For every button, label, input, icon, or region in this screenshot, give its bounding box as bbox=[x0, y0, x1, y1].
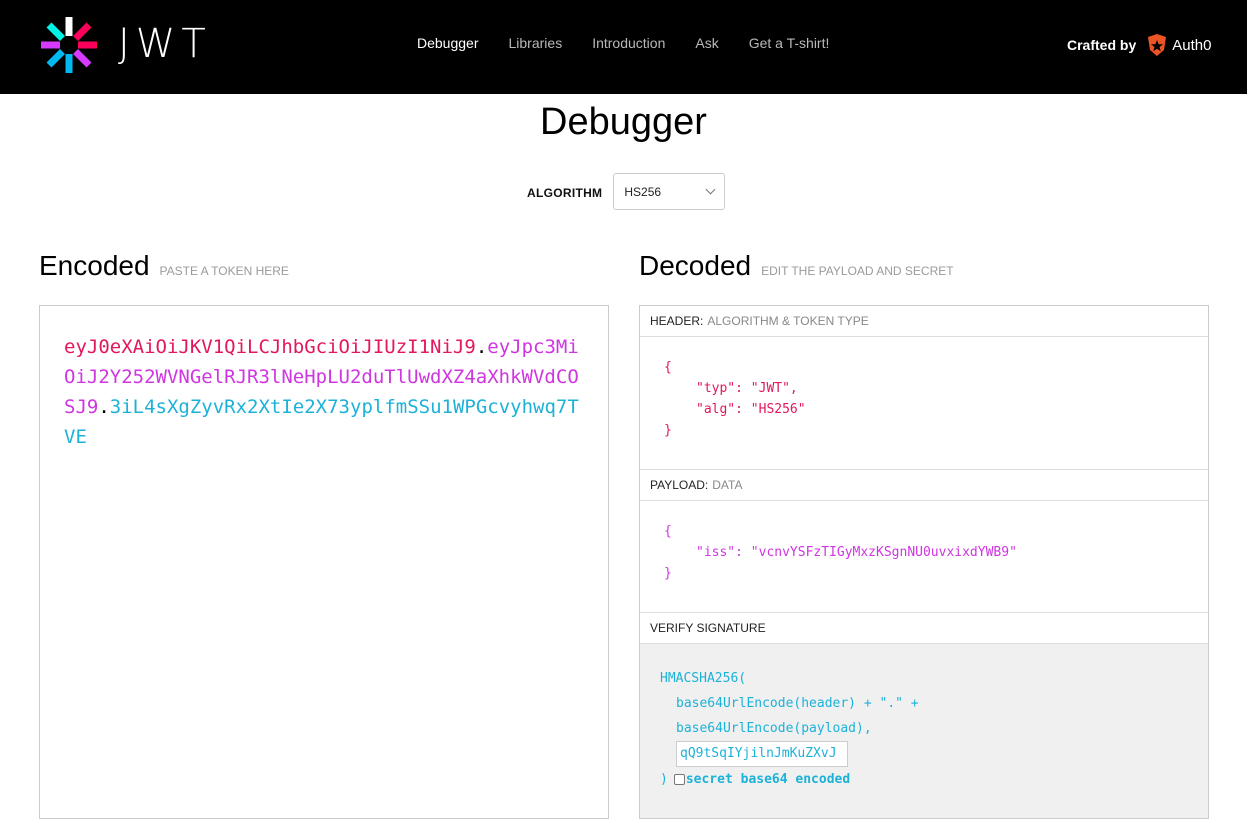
main-nav: Debugger Libraries Introduction Ask Get … bbox=[417, 34, 859, 52]
page-title: Debugger bbox=[540, 101, 707, 143]
verify-line-payload: base64UrlEncode(payload), bbox=[676, 721, 872, 736]
secret-base64-checkbox[interactable] bbox=[673, 774, 685, 785]
crafted-by-label: Crafted by bbox=[1067, 37, 1137, 53]
encoded-token-textarea[interactable]: eyJ0eXAiOiJKV1QiLCJhbGciOiJIUzI1NiJ9.eyJ… bbox=[39, 305, 609, 819]
brace-close: } bbox=[664, 423, 672, 438]
top-navigation-bar: JWT Debugger Libraries Introduction Ask … bbox=[0, 0, 1247, 94]
nav-ask[interactable]: Ask bbox=[695, 34, 718, 52]
secret-base64-label[interactable]: secret base64 encoded bbox=[686, 772, 850, 787]
token-dot: . bbox=[98, 396, 110, 418]
verify-panel-heading: VERIFY SIGNATURE bbox=[640, 613, 1208, 644]
encoded-heading: Encoded PASTE A TOKEN HERE bbox=[39, 250, 289, 282]
token-dot: . bbox=[475, 336, 488, 358]
decoded-panel: HEADER: ALGORITHM & TOKEN TYPE { "typ": … bbox=[639, 305, 1209, 819]
header-panel-heading: HEADER: ALGORITHM & TOKEN TYPE bbox=[640, 306, 1208, 337]
header-panel-label: HEADER: bbox=[650, 314, 704, 328]
payload-panel-heading: PAYLOAD: DATA bbox=[640, 470, 1208, 501]
chevron-down-icon bbox=[705, 184, 716, 195]
payload-json-editor[interactable]: { "iss": "vcnvYSFzTIGyMxzKSgnNU0uvxixdYW… bbox=[640, 501, 1208, 613]
hmac-function: HMACSHA256( bbox=[660, 671, 747, 686]
algorithm-row: ALGORITHM HS256 bbox=[527, 173, 726, 210]
encoded-token: eyJ0eXAiOiJKV1QiLCJhbGciOiJIUzI1NiJ9.eyJ… bbox=[64, 332, 584, 452]
payload-panel-label: PAYLOAD: bbox=[650, 478, 709, 492]
jwt-logo-text[interactable]: JWT bbox=[118, 24, 212, 64]
encoded-title: Encoded bbox=[39, 250, 150, 281]
verify-line-header: base64UrlEncode(header) + "." + bbox=[676, 696, 919, 711]
algorithm-label: ALGORITHM bbox=[527, 186, 603, 200]
jwt-logo-icon[interactable] bbox=[38, 14, 100, 76]
algorithm-select[interactable]: HS256 bbox=[613, 173, 726, 210]
hmac-close-paren: ) bbox=[660, 772, 668, 787]
token-header-part: eyJ0eXAiOiJKV1QiLCJhbGciOiJIUzI1NiJ9 bbox=[64, 336, 476, 358]
encoded-subtitle: PASTE A TOKEN HERE bbox=[159, 264, 289, 278]
nav-introduction[interactable]: Introduction bbox=[592, 34, 665, 52]
header-typ-line: "typ": "JWT", bbox=[696, 381, 798, 396]
token-signature-part: 3iL4sXgZyvRx2XtIe2X73yplfmSSu1WPGcvyhwq7… bbox=[64, 396, 579, 448]
payload-iss-line: "iss": "vcnvYSFzTIGyMxzKSgnNU0uvxixdYWB9… bbox=[696, 545, 1017, 560]
verify-signature-body: HMACSHA256( base64UrlEncode(header) + ".… bbox=[640, 644, 1208, 818]
nav-tshirt[interactable]: Get a T-shirt! bbox=[749, 34, 830, 52]
decoded-heading: Decoded EDIT THE PAYLOAD AND SECRET bbox=[639, 250, 954, 282]
auth0-brand-name: Auth0 bbox=[1172, 36, 1212, 54]
decoded-title: Decoded bbox=[639, 250, 752, 281]
nav-libraries[interactable]: Libraries bbox=[509, 34, 563, 52]
header-panel-sub: ALGORITHM & TOKEN TYPE bbox=[707, 314, 869, 328]
brace-open: { bbox=[664, 360, 672, 375]
verify-panel-label: VERIFY SIGNATURE bbox=[650, 621, 766, 635]
brace-open: { bbox=[664, 524, 672, 539]
crafted-by-auth0-link[interactable]: Crafted by Auth0 bbox=[1067, 33, 1211, 57]
algorithm-value: HS256 bbox=[624, 184, 662, 199]
decoded-subtitle: EDIT THE PAYLOAD AND SECRET bbox=[761, 264, 954, 278]
brace-close: } bbox=[664, 566, 672, 581]
auth0-shield-icon bbox=[1148, 34, 1167, 56]
secret-input[interactable]: qQ9tSqIYjilnJmKuZXvJ bbox=[676, 741, 848, 767]
nav-debugger[interactable]: Debugger bbox=[417, 34, 479, 52]
header-alg-line: "alg": "HS256" bbox=[696, 402, 806, 417]
header-json-editor[interactable]: { "typ": "JWT", "alg": "HS256" } bbox=[640, 337, 1208, 470]
payload-panel-sub: DATA bbox=[712, 478, 743, 492]
